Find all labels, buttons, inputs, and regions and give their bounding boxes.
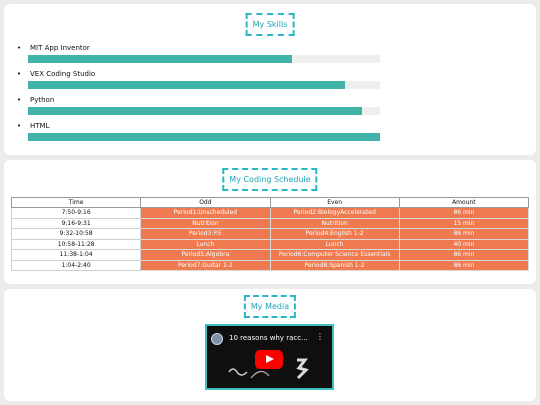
video-title[interactable]: 10 reasons why racc... [229, 334, 308, 342]
schedule-table: Time Odd Even Amount 7:50-9:16 Period1:U… [10, 197, 530, 271]
channel-avatar[interactable] [211, 333, 223, 345]
table-row: 1:04-2:40 Period7:Guitar 1-2 Period8:Spa… [10, 259, 530, 271]
cell-amount: 86 min [398, 259, 530, 271]
column-header-amount: Amount [398, 197, 530, 208]
video-embed[interactable]: 10 reasons why racc... ⋮ [205, 324, 334, 390]
skill-bar-track [28, 81, 380, 89]
media-heading: My Media [243, 295, 297, 318]
column-header-time: Time [10, 197, 142, 208]
skills-heading: My Skills [245, 13, 295, 36]
schedule-card: My Coding Schedule Time Odd Even Amount … [4, 160, 536, 284]
cell-even: Period4:English 1-2 [269, 228, 400, 240]
cell-odd: Lunch [140, 238, 271, 250]
skill-label: MIT App Inventor [30, 44, 90, 52]
cell-time: 10:58-11:28 [10, 238, 142, 250]
cell-even: Period8:Spanish 1-2 [269, 259, 400, 271]
cell-time: 1:04-2:40 [10, 259, 142, 271]
cell-even: Period2:BiologyAccelerated [269, 207, 400, 219]
cell-amount: 86 min [398, 207, 530, 219]
skill-label: VEX Coding Studio [30, 70, 96, 78]
more-vert-icon[interactable]: ⋮ [316, 332, 324, 341]
skill-bar-fill [28, 107, 363, 115]
table-header-row: Time Odd Even Amount [10, 197, 530, 208]
skill-bar-fill [28, 133, 380, 141]
media-card: My Media 10 reasons why racc... ⋮ [4, 289, 536, 401]
column-header-even: Even [269, 197, 400, 208]
skill-label: Python [30, 96, 55, 104]
cell-amount: 86 min [398, 228, 530, 240]
cell-odd: Period7:Guitar 1-2 [140, 259, 271, 271]
skill-bar-track [28, 133, 380, 141]
cell-odd: Period5:Algebra [140, 249, 271, 261]
skill-bar-fill [28, 81, 345, 89]
cell-time: 9:32-10:58 [10, 228, 142, 240]
cell-time: 7:50-9:16 [10, 207, 142, 219]
table-row: 11:38-1:04 Period5:Algebra Period6:Compu… [10, 249, 530, 261]
skills-card: My Skills MIT App Inventor VEX Coding St… [4, 4, 536, 155]
cell-even: Period6:Computer Science Essentials [269, 249, 400, 261]
cell-amount: 15 min [398, 217, 530, 229]
table-row: 9:32-10:58 Period3:P.E Period4:English 1… [10, 228, 530, 240]
schedule-heading: My Coding Schedule [222, 168, 318, 191]
cell-time: 11:38-1:04 [10, 249, 142, 261]
youtube-play-icon[interactable] [255, 350, 283, 369]
cell-amount: 86 min [398, 249, 530, 261]
cell-amount: 40 min [398, 238, 530, 250]
cell-odd: Nutrition [140, 217, 271, 229]
cell-odd: Period3:P.E [140, 228, 271, 240]
table-row: 10:58-11:28 Lunch Lunch 40 min [10, 238, 530, 250]
skill-bar-fill [28, 55, 292, 63]
skill-bar-track [28, 107, 380, 115]
table-row: 7:50-9:16 Period1:Unscheduled Period2:Bi… [10, 207, 530, 219]
cell-odd: Period1:Unscheduled [140, 207, 271, 219]
column-header-odd: Odd [140, 197, 271, 208]
cell-time: 9:16-9:31 [10, 217, 142, 229]
cell-even: Lunch [269, 238, 400, 250]
skill-bar-track [28, 55, 380, 63]
cell-even: Nutrition [269, 217, 400, 229]
table-row: 9:16-9:31 Nutrition Nutrition 15 min [10, 217, 530, 229]
skill-label: HTML [30, 122, 50, 130]
